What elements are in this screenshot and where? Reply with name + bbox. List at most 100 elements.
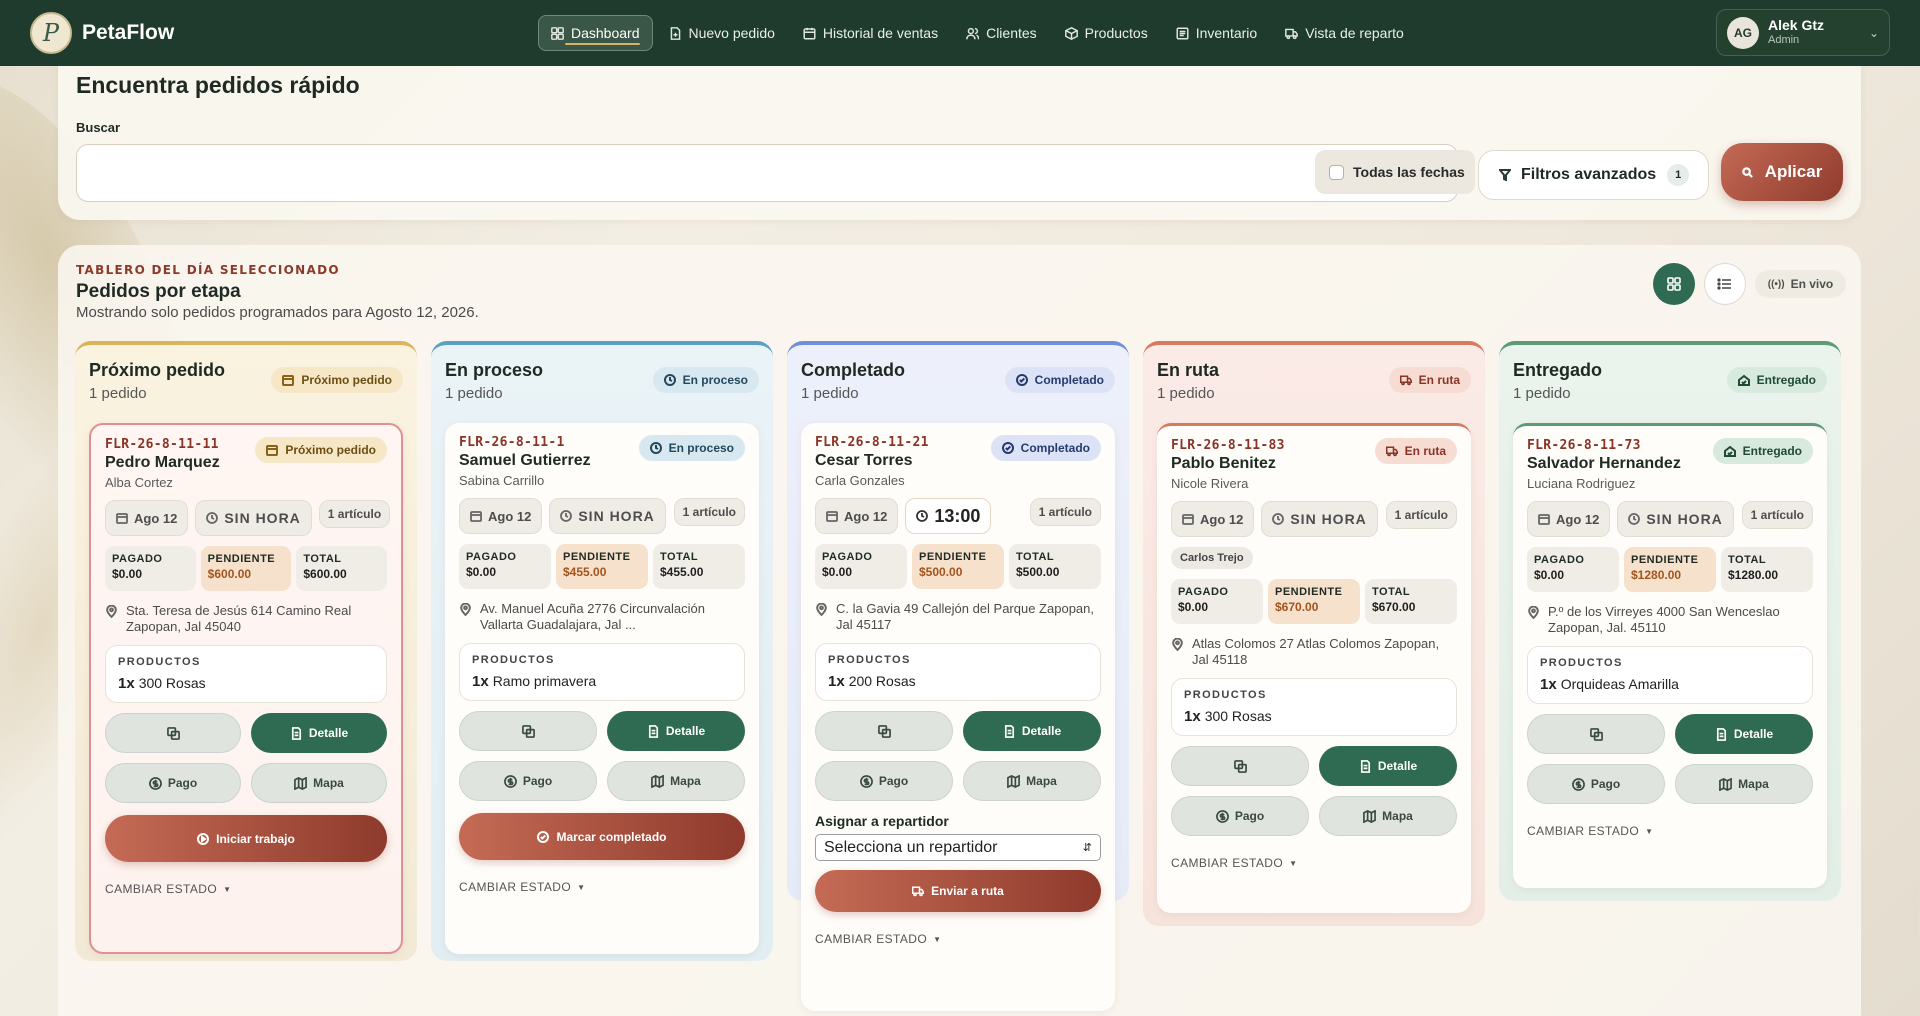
change-status-dropdown[interactable]: CAMBIAR ESTADO ▼: [105, 882, 387, 896]
payment-button[interactable]: Pago: [1171, 796, 1309, 836]
detail-button[interactable]: Detalle: [963, 711, 1101, 751]
paid-label: PAGADO: [1178, 586, 1229, 598]
caret-down-icon: ▼: [933, 934, 942, 944]
grid-view-button[interactable]: [1653, 263, 1695, 305]
copy-button[interactable]: [459, 711, 597, 751]
column-count: 1 pedido: [1513, 385, 1571, 402]
map-button[interactable]: Mapa: [1319, 796, 1457, 836]
search-title: Encuentra pedidos rápido: [76, 72, 360, 98]
nav-historial-ventas[interactable]: Historial de ventas: [791, 16, 950, 50]
list-view-button[interactable]: [1704, 263, 1746, 305]
payment-button[interactable]: Pago: [815, 761, 953, 801]
document-icon: [648, 724, 658, 738]
copy-button[interactable]: [815, 711, 953, 751]
paid-value: $0.00: [1178, 600, 1209, 614]
products-label: PRODUCTOS: [1184, 689, 1267, 701]
time-value: 13:00: [934, 505, 981, 526]
start-work-button[interactable]: Iniciar trabajo: [105, 815, 387, 862]
list-icon: [1176, 26, 1189, 40]
nav-nuevo-pedido[interactable]: Nuevo pedido: [657, 16, 787, 50]
map-button[interactable]: Mapa: [251, 763, 387, 803]
detail-label: Detalle: [665, 724, 706, 738]
items-chip: 1 artículo: [673, 498, 745, 526]
dashboard-icon: [551, 26, 564, 40]
detail-label: Detalle: [1377, 759, 1418, 773]
checkbox[interactable]: [1329, 164, 1344, 180]
pending-box: PENDIENTE $670.00: [1268, 579, 1360, 624]
user-name: Alek Gtz: [1768, 16, 1825, 33]
column-count: 1 pedido: [1157, 385, 1215, 402]
time-chip: SIN HORA: [549, 498, 666, 534]
truck-icon: [1385, 446, 1398, 457]
map-button[interactable]: Mapa: [1675, 764, 1813, 804]
copy-button[interactable]: [1171, 746, 1309, 786]
order-card[interactable]: FLR-26-8-11-1 Samuel Gutierrez Sabina Ca…: [445, 423, 759, 954]
date-chip: Ago 12: [459, 498, 543, 534]
action-label: Enviar a ruta: [931, 884, 1004, 898]
advanced-filters-button[interactable]: Filtros avanzados 1: [1478, 150, 1709, 200]
nav-label: Dashboard: [571, 25, 640, 41]
change-status-dropdown[interactable]: CAMBIAR ESTADO ▼: [815, 932, 1101, 946]
nav-vista-reparto[interactable]: Vista de reparto: [1273, 16, 1416, 50]
change-status-dropdown[interactable]: CAMBIAR ESTADO ▼: [459, 880, 745, 894]
date-chip: Ago 12: [1527, 501, 1611, 537]
payment-label: Pago: [167, 776, 198, 790]
column-count: 1 pedido: [89, 385, 147, 402]
detail-button[interactable]: Detalle: [1675, 714, 1813, 754]
clock-icon: [663, 374, 676, 386]
address-text: P.º de los Virreyes 4000 San Wenceslao Z…: [1548, 604, 1780, 635]
nav-inventario[interactable]: Inventario: [1164, 16, 1269, 50]
user-info: Alek Gtz Admin: [1768, 16, 1825, 48]
paid-box: PAGADO $0.00: [459, 544, 551, 589]
items-chip: 1 artículo: [1385, 501, 1457, 529]
send-to-route-button[interactable]: Enviar a ruta: [815, 870, 1101, 912]
filter-count-badge: 1: [1667, 164, 1690, 186]
map-icon: [651, 774, 665, 788]
product-qty: 1x: [1184, 708, 1201, 725]
badge-label: Próximo pedido: [285, 443, 376, 457]
driver-select[interactable]: Selecciona un repartidor ⇵: [815, 834, 1101, 861]
search-input[interactable]: [76, 144, 1458, 202]
user-menu[interactable]: AG Alek Gtz Admin ⌄: [1716, 9, 1890, 56]
detail-button[interactable]: Detalle: [251, 713, 387, 753]
live-label: En vivo: [1790, 277, 1834, 291]
detail-button[interactable]: Detalle: [1319, 746, 1457, 786]
order-card[interactable]: FLR-26-8-11-83 Pablo Benitez Nicole Rive…: [1157, 423, 1471, 913]
paid-value: $0.00: [822, 565, 853, 579]
payment-button[interactable]: Pago: [459, 761, 597, 801]
caret-down-icon: ▼: [577, 882, 586, 892]
live-toggle[interactable]: ((•)) En vivo: [1755, 270, 1846, 298]
nav-clientes[interactable]: Clientes: [954, 16, 1049, 50]
all-dates-toggle[interactable]: Todas las fechas: [1315, 150, 1475, 194]
detail-button[interactable]: Detalle: [607, 711, 745, 751]
map-label: Mapa: [670, 774, 701, 788]
products-label: PRODUCTOS: [118, 656, 201, 668]
order-card[interactable]: FLR-26-8-11-73 Salvador Hernandez Lucian…: [1513, 423, 1827, 888]
copy-button[interactable]: [1527, 714, 1665, 754]
nav-productos[interactable]: Productos: [1053, 16, 1160, 50]
copy-button[interactable]: [105, 713, 241, 753]
badge-label: En proceso: [668, 441, 734, 455]
payment-button[interactable]: Pago: [1527, 764, 1665, 804]
change-status-dropdown[interactable]: CAMBIAR ESTADO ▼: [1171, 856, 1457, 870]
time-chip: SIN HORA: [1617, 501, 1734, 537]
pending-label: PENDIENTE: [1631, 554, 1699, 566]
order-card[interactable]: FLR-26-8-11-11 Pedro Marquez Alba Cortez…: [89, 423, 403, 954]
brand[interactable]: P PetaFlow: [30, 12, 430, 54]
play-circle-icon: [197, 832, 210, 845]
payment-button[interactable]: Pago: [105, 763, 241, 803]
total-box: TOTAL $500.00: [1009, 544, 1101, 589]
mark-complete-button[interactable]: Marcar completado: [459, 813, 745, 860]
paid-value: $0.00: [112, 567, 143, 581]
payment-label: Pago: [1234, 809, 1265, 823]
truck-icon: [912, 886, 925, 897]
calendar-icon: [266, 445, 279, 456]
total-box: TOTAL $1280.00: [1721, 547, 1813, 592]
date-value: Ago 12: [134, 510, 178, 526]
apply-button[interactable]: Aplicar: [1721, 143, 1843, 201]
map-button[interactable]: Mapa: [607, 761, 745, 801]
nav-dashboard[interactable]: Dashboard: [538, 15, 653, 51]
map-button[interactable]: Mapa: [963, 761, 1101, 801]
change-status-dropdown[interactable]: CAMBIAR ESTADO ▼: [1527, 824, 1813, 838]
order-card[interactable]: FLR-26-8-11-21 Cesar Torres Carla Gonzal…: [801, 423, 1115, 1011]
